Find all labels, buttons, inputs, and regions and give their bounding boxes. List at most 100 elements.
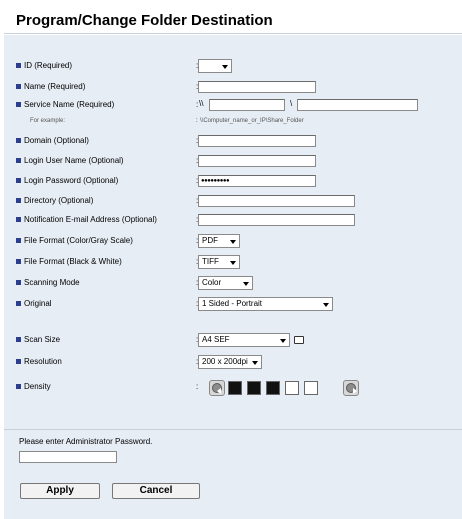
bullet-icon bbox=[16, 238, 21, 243]
bullet-icon bbox=[16, 178, 21, 183]
file-format-color-label: File Format (Color/Gray Scale) bbox=[24, 236, 133, 245]
row-original: Original : 1 Sided - Portrait bbox=[4, 297, 462, 311]
bullet-icon bbox=[16, 359, 21, 364]
colon: : bbox=[196, 382, 199, 391]
login-password-label: Login Password (Optional) bbox=[24, 176, 119, 185]
original-value: 1 Sided - Portrait bbox=[202, 299, 263, 308]
arrow-left-icon bbox=[212, 383, 222, 394]
file-format-bw-value: TIFF bbox=[202, 257, 219, 266]
bullet-icon bbox=[16, 63, 21, 68]
apply-button[interactable]: Apply bbox=[20, 483, 100, 499]
admin-password-input[interactable] bbox=[19, 451, 117, 463]
bullet-icon bbox=[16, 198, 21, 203]
scan-size-label: Scan Size bbox=[24, 335, 61, 344]
notification-email-label: Notification E-mail Address (Optional) bbox=[24, 215, 157, 224]
notification-email-input[interactable] bbox=[198, 214, 355, 226]
row-example: For example: : \\Computer_name_or_IP\Sha… bbox=[4, 116, 462, 130]
resolution-value: 200 x 200dpi bbox=[202, 357, 248, 366]
colon: : bbox=[196, 118, 198, 124]
density-swatch[interactable] bbox=[304, 381, 318, 395]
file-format-color-value: PDF bbox=[202, 236, 218, 245]
name-input[interactable] bbox=[198, 81, 316, 93]
name-label: Name (Required) bbox=[24, 82, 86, 91]
scanning-mode-value: Color bbox=[202, 278, 222, 287]
id-label: ID (Required) bbox=[24, 61, 73, 70]
row-density: Density : bbox=[4, 380, 462, 398]
row-id: ID (Required) : bbox=[4, 59, 462, 73]
login-password-input[interactable]: ●●●●●●●●● bbox=[198, 175, 316, 187]
service-folder-input[interactable] bbox=[297, 99, 418, 111]
service-name-prefix: \\ bbox=[199, 99, 204, 108]
scan-size-value: A4 SEF bbox=[202, 335, 230, 344]
file-format-color-select[interactable]: PDF bbox=[198, 234, 240, 248]
bullet-icon bbox=[16, 384, 21, 389]
row-domain: Domain (Optional) : bbox=[4, 134, 462, 148]
page-title: Program/Change Folder Destination bbox=[16, 12, 273, 29]
scanning-mode-label: Scanning Mode bbox=[24, 278, 80, 287]
login-user-input[interactable] bbox=[198, 155, 316, 167]
row-file-format-bw: File Format (Black & White) : TIFF bbox=[4, 255, 462, 269]
density-swatch[interactable] bbox=[247, 381, 261, 395]
chevron-down-icon bbox=[280, 339, 286, 343]
folder-destination-form: ID (Required) : Name (Required) : Servic… bbox=[4, 35, 462, 430]
chevron-down-icon bbox=[230, 261, 236, 265]
row-service-name: Service Name (Required) : \\ \ bbox=[4, 98, 462, 112]
row-scanning-mode: Scanning Mode : Color bbox=[4, 276, 462, 290]
row-notification-email: Notification E-mail Address (Optional) : bbox=[4, 213, 462, 227]
scan-size-select[interactable]: A4 SEF bbox=[198, 333, 290, 347]
row-login-password: Login Password (Optional) : ●●●●●●●●● bbox=[4, 174, 462, 188]
row-file-format-color: File Format (Color/Gray Scale) : PDF bbox=[4, 234, 462, 248]
id-select[interactable] bbox=[198, 59, 232, 73]
example-path: \\Computer_name_or_IP\Share_Folder bbox=[200, 118, 304, 124]
row-name: Name (Required) : bbox=[4, 80, 462, 94]
chevron-down-icon bbox=[252, 361, 258, 365]
section-divider bbox=[4, 429, 462, 430]
file-format-bw-select[interactable]: TIFF bbox=[198, 255, 240, 269]
bullet-icon bbox=[16, 138, 21, 143]
density-decrease-button[interactable] bbox=[209, 380, 225, 396]
density-label: Density bbox=[24, 382, 51, 391]
bullet-icon bbox=[16, 217, 21, 222]
row-resolution: Resolution : 200 x 200dpi bbox=[4, 355, 462, 369]
chevron-down-icon bbox=[230, 240, 236, 244]
login-user-label: Login User Name (Optional) bbox=[24, 156, 124, 165]
row-directory: Directory (Optional) : bbox=[4, 194, 462, 208]
scanning-mode-select[interactable]: Color bbox=[198, 276, 253, 290]
colon: : bbox=[196, 100, 199, 109]
resolution-select[interactable]: 200 x 200dpi bbox=[198, 355, 262, 369]
admin-password-prompt: Please enter Administrator Password. bbox=[19, 437, 153, 446]
bullet-icon bbox=[16, 337, 21, 342]
service-name-label: Service Name (Required) bbox=[24, 100, 115, 109]
bullet-icon bbox=[16, 158, 21, 163]
directory-input[interactable] bbox=[198, 195, 355, 207]
paper-orientation-icon bbox=[294, 336, 304, 344]
density-increase-button[interactable] bbox=[343, 380, 359, 396]
bullet-icon bbox=[16, 280, 21, 285]
bullet-icon bbox=[16, 102, 21, 107]
file-format-bw-label: File Format (Black & White) bbox=[24, 257, 122, 266]
row-login-user: Login User Name (Optional) : bbox=[4, 154, 462, 168]
original-select[interactable]: 1 Sided - Portrait bbox=[198, 297, 333, 311]
bullet-icon bbox=[16, 84, 21, 89]
resolution-label: Resolution bbox=[24, 357, 62, 366]
directory-label: Directory (Optional) bbox=[24, 196, 94, 205]
chevron-down-icon bbox=[222, 65, 228, 69]
arrow-right-icon bbox=[346, 383, 357, 394]
chevron-down-icon bbox=[243, 282, 249, 286]
original-label: Original bbox=[24, 299, 52, 308]
bullet-icon bbox=[16, 301, 21, 306]
cancel-button[interactable]: Cancel bbox=[112, 483, 200, 499]
density-swatch[interactable] bbox=[266, 381, 280, 395]
service-name-separator: \ bbox=[290, 99, 293, 108]
domain-input[interactable] bbox=[198, 135, 316, 147]
density-swatch[interactable] bbox=[228, 381, 242, 395]
form-panel: ID (Required) : Name (Required) : Servic… bbox=[4, 35, 462, 519]
density-swatch[interactable] bbox=[285, 381, 299, 395]
row-scan-size: Scan Size : A4 SEF bbox=[4, 333, 462, 347]
bullet-icon bbox=[16, 259, 21, 264]
chevron-down-icon bbox=[323, 303, 329, 307]
domain-label: Domain (Optional) bbox=[24, 136, 89, 145]
example-label: For example: bbox=[30, 118, 66, 124]
page-header: Program/Change Folder Destination bbox=[4, 4, 462, 34]
service-server-input[interactable] bbox=[209, 99, 285, 111]
